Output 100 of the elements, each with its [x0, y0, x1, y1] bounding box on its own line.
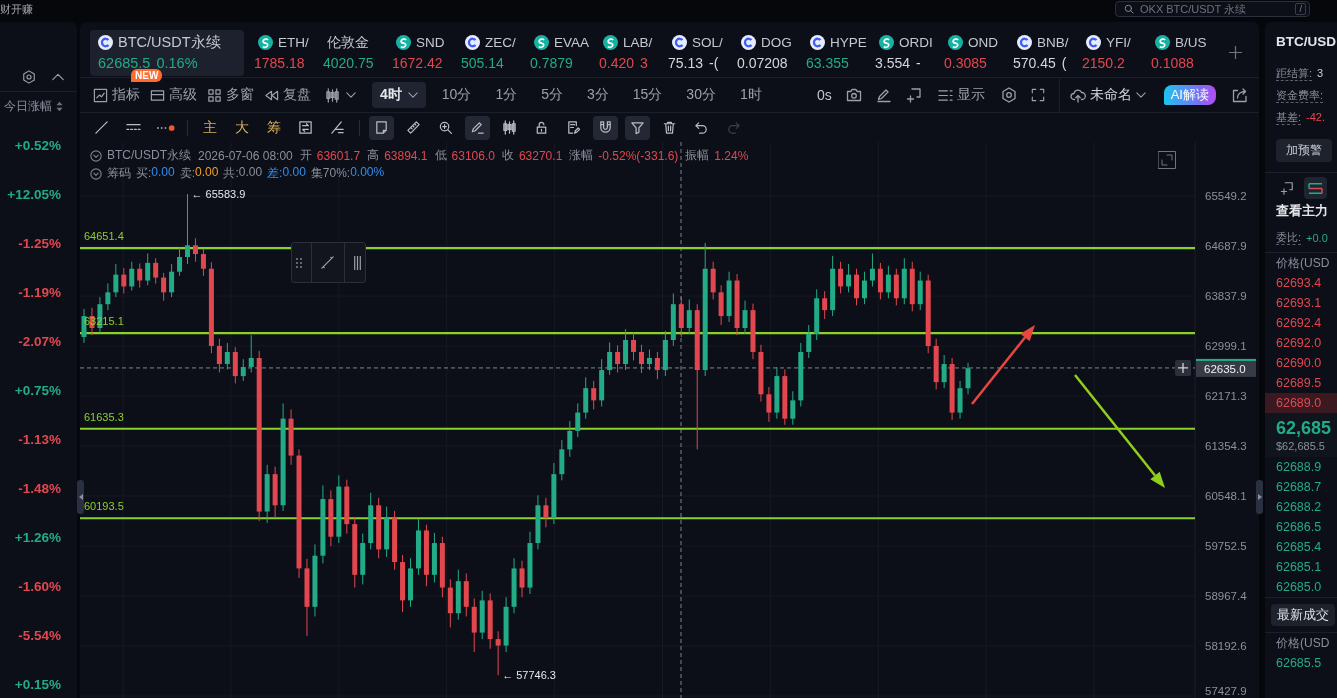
change-value: -1.25% [18, 236, 61, 251]
bid-price: 62688.9 [1275, 459, 1323, 476]
candle [185, 193, 190, 265]
trades-tab[interactable]: 最新成交 [1271, 604, 1335, 626]
view-tab[interactable] [1304, 177, 1327, 199]
candle [798, 342, 804, 407]
plus-icon[interactable] [1229, 46, 1242, 59]
plus-icon[interactable] [1175, 359, 1191, 376]
ticker-tab[interactable]: SOL/ 75.13 -( [668, 34, 737, 71]
drawing-tool-button[interactable] [593, 115, 618, 140]
ticker-tab[interactable]: YFI/ 2150.2 [1082, 34, 1151, 71]
indicator-toggle[interactable]: 大 [229, 115, 254, 140]
interval-tab[interactable]: 3分 [578, 82, 617, 108]
interval-tab[interactable]: 10分 [433, 82, 480, 108]
interval-tab[interactable]: 1时 [731, 82, 770, 108]
collapse-icon[interactable] [90, 167, 102, 180]
indicator-toggle[interactable]: 主 [197, 115, 222, 140]
candle [830, 255, 836, 317]
list-icon [937, 87, 953, 103]
axis-label: 60548.1 [1205, 490, 1247, 503]
search-field[interactable]: OKX BTC/USDT 永续 / [1115, 1, 1310, 17]
expand-icon[interactable] [1158, 151, 1176, 169]
axis-label: 61354.3 [1205, 440, 1247, 453]
ticker-tab[interactable]: ORDI 3.554 - [875, 34, 944, 71]
promo-link[interactable]: 财开赚 [0, 2, 33, 16]
candle [806, 324, 812, 359]
grip-icon[interactable] [353, 255, 361, 270]
ticker-tab[interactable]: DOG 0.07208 [737, 34, 806, 71]
trend-line-icon[interactable] [320, 255, 336, 270]
frame-add-icon[interactable] [905, 87, 922, 103]
ticker-tab[interactable]: HYPE 63.355 [806, 34, 875, 71]
drawing-tool-button[interactable] [465, 115, 490, 140]
ticker-tab[interactable]: ETH/ 1785.18 [254, 34, 323, 71]
level-line[interactable] [80, 247, 1195, 250]
axis-label: 57427.9 [1205, 685, 1247, 697]
alert-button[interactable]: 加预警 [1276, 139, 1332, 162]
collapse-icon[interactable] [90, 149, 102, 162]
ask-price: 62689.5 [1275, 375, 1323, 392]
candle [583, 376, 589, 420]
ticker-tab[interactable]: OND 0.3085 [944, 34, 1013, 71]
info-label: 委比: [1276, 230, 1302, 245]
interval-tab[interactable]: 5分 [533, 82, 571, 108]
interval-tab[interactable]: 1分 [487, 82, 526, 108]
candle [766, 386, 772, 423]
ticker-tab[interactable]: B/US 0.1088 [1151, 34, 1220, 71]
arrow-drawing[interactable] [1074, 374, 1165, 488]
interval-tab[interactable]: 15分 [624, 82, 671, 108]
candle [193, 237, 198, 263]
candle [145, 253, 151, 286]
ticker-tab[interactable]: SND 1672.42 [392, 34, 461, 71]
candle [400, 554, 406, 613]
sort-icon[interactable] [56, 101, 63, 112]
level-line[interactable] [80, 517, 1195, 520]
coin-icon [1017, 35, 1032, 50]
interval-tab[interactable]: 30分 [678, 82, 724, 108]
candle [216, 338, 222, 373]
chart-type-button[interactable] [323, 85, 358, 105]
level-line[interactable] [80, 331, 1195, 335]
legend-label: 买: [136, 165, 152, 182]
level-line[interactable] [80, 427, 1195, 430]
arrow-drawing[interactable] [971, 325, 1035, 405]
last-price-usd: $62,685.5 [1276, 439, 1326, 453]
toolbar-button[interactable]: 复盘 [262, 84, 313, 106]
shortcut-key: / [1295, 3, 1306, 15]
toolbar-button[interactable]: 指标 [91, 84, 142, 106]
change-value: +0.52% [14, 138, 61, 153]
candle [623, 328, 629, 371]
candle [790, 390, 796, 426]
drawing-tool-button[interactable] [369, 115, 394, 140]
drag-handle-icon[interactable] [296, 257, 303, 268]
settings-icon[interactable] [22, 69, 36, 84]
candle [750, 303, 756, 360]
candle [416, 518, 421, 576]
camera-icon[interactable] [845, 87, 862, 103]
coin-icon [879, 35, 894, 50]
drawing-tool-button[interactable] [625, 115, 650, 140]
ticker-tab[interactable]: LAB/ 0.420 3 [599, 34, 668, 71]
ticker-tab[interactable]: 伦敦金 4020.75 [323, 34, 392, 71]
ticker-tab[interactable]: ZEC/ 505.14 [461, 34, 530, 71]
collapse-handle[interactable] [77, 480, 84, 514]
interval-tab[interactable]: 4时 [372, 82, 426, 108]
sort-label[interactable]: 今日涨幅 [4, 98, 52, 115]
ask-price: 62692.0 [1275, 335, 1323, 352]
ticker-tab[interactable]: EVAA 0.7879 [530, 34, 599, 71]
share-icon[interactable] [1232, 87, 1248, 103]
pencil-icon[interactable] [875, 87, 892, 103]
ticker-tab[interactable]: BNB/ 570.45 ( [1013, 34, 1082, 71]
settings-icon[interactable] [1000, 87, 1017, 103]
toolbar-button[interactable]: 高级 [148, 84, 199, 106]
collapse-handle[interactable] [1256, 480, 1263, 514]
toolbar-button[interactable]: 多窗 [205, 84, 256, 106]
branch-icon [330, 120, 345, 135]
candle [838, 261, 844, 294]
legend-label: 筹码 [107, 165, 131, 182]
layout-button[interactable]: 未命名 [1067, 84, 1148, 106]
fullscreen-icon[interactable] [1030, 88, 1045, 102]
candle [774, 366, 780, 420]
indicator-toggle[interactable]: 筹 [261, 115, 286, 140]
candle [352, 517, 358, 589]
display-button[interactable]: 显示 [935, 84, 987, 106]
